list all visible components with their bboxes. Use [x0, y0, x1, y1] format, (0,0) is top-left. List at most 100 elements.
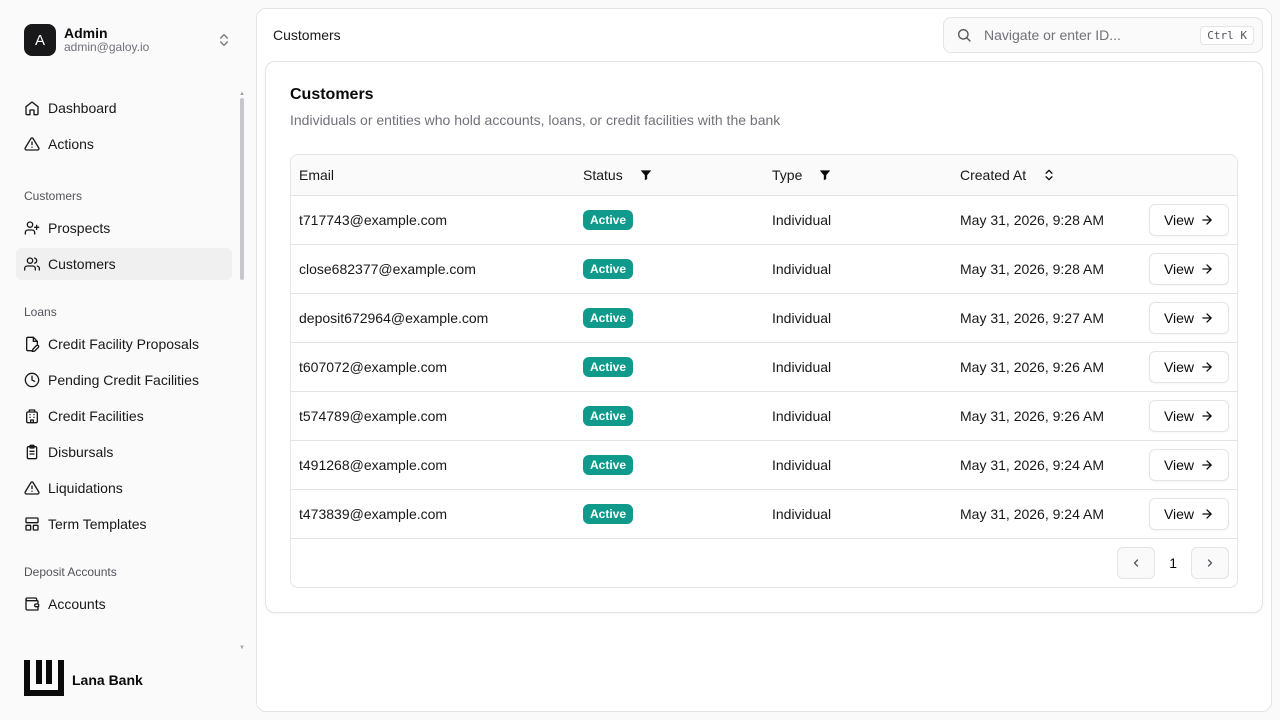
view-button-label: View: [1163, 310, 1195, 326]
search-placeholder: Navigate or enter ID...: [984, 27, 1121, 43]
column-email: Email: [299, 155, 334, 195]
arrow-right-icon: [1202, 362, 1212, 372]
cell-status: Active: [583, 392, 634, 440]
view-button[interactable]: View: [1149, 400, 1229, 432]
view-button[interactable]: View: [1149, 302, 1229, 334]
sidebar-item-label: Actions: [48, 136, 94, 152]
pagination: 1: [1117, 547, 1229, 579]
chevrons-up-down-icon: [220, 34, 228, 46]
column-type-label: Type: [772, 167, 803, 183]
column-status: Status: [583, 155, 653, 195]
sidebar-item-label: Credit Facility Proposals: [48, 336, 199, 352]
cell-status: Active: [583, 441, 634, 489]
sidebar-item-accounts[interactable]: Accounts: [16, 588, 232, 620]
cell-email: deposit672964@example.com: [299, 310, 489, 326]
user-info: Admin admin@galoy.io: [64, 25, 149, 55]
sidebar-item-label: Prospects: [48, 220, 111, 236]
sidebar-item-label: Accounts: [48, 596, 106, 612]
cell-type: Individual: [772, 261, 832, 277]
chevron-left-icon: [1134, 559, 1139, 567]
view-button[interactable]: View: [1149, 498, 1229, 530]
scrollbar-thumb[interactable]: [240, 98, 244, 280]
sidebar-item-label: Pending Credit Facilities: [48, 372, 199, 388]
view-button-label: View: [1163, 506, 1195, 522]
filter-icon[interactable]: [639, 168, 653, 182]
keyboard-shortcut: Ctrl K: [1200, 25, 1254, 45]
sidebar-item-liquidations[interactable]: Liquidations: [16, 472, 232, 504]
cell-created-at: May 31, 2026, 9:28 AM: [960, 212, 1104, 228]
sidebar-item-credit-facilities[interactable]: Credit Facilities: [16, 400, 232, 432]
filter-icon[interactable]: [818, 168, 832, 182]
view-button-label: View: [1163, 212, 1195, 228]
main-panel: Customers Navigate or enter ID... Ctrl K…: [256, 8, 1272, 712]
table-row: deposit672964@example.com Active Individua…: [291, 294, 1237, 343]
cell-created-at: May 31, 2026, 9:24 AM: [960, 457, 1104, 473]
sidebar-scrollbar[interactable]: ▲ ▼: [238, 90, 246, 651]
sidebar-item-label: Customers: [48, 256, 116, 272]
avatar: A: [24, 24, 56, 56]
sort-icon[interactable]: [1042, 168, 1056, 182]
sidebar-item-label: Liquidations: [48, 480, 123, 496]
page-title: Customers: [290, 86, 374, 103]
cell-type: Individual: [772, 310, 832, 326]
cell-status: Active: [583, 196, 634, 244]
sidebar-item-pending-credit-facilities[interactable]: Pending Credit Facilities: [16, 364, 232, 396]
cell-created-at: May 31, 2026, 9:26 AM: [960, 359, 1104, 375]
cell-status: Active: [583, 245, 634, 293]
user-switcher[interactable]: A Admin admin@galoy.io: [16, 16, 240, 64]
table-row: t574789@example.com Active Individual May 3…: [291, 392, 1237, 441]
sidebar-item-actions[interactable]: Actions: [16, 128, 232, 160]
cell-email: t607072@example.com: [299, 359, 448, 375]
cell-created-at: May 31, 2026, 9:27 AM: [960, 310, 1104, 326]
table-row: close682377@example.com Active Individual M…: [291, 245, 1237, 294]
table-row: t607072@example.com Active Individual May 3…: [291, 343, 1237, 392]
sidebar-item-customers[interactable]: Customers: [16, 248, 232, 280]
brand-name: Lana Bank: [72, 672, 143, 688]
cell-email: t473839@example.com: [299, 506, 448, 522]
scroll-down-icon[interactable]: ▼: [238, 644, 246, 652]
clipboard-icon: [26, 444, 38, 460]
breadcrumb: Customers: [273, 27, 341, 43]
view-button[interactable]: View: [1149, 253, 1229, 285]
user-name: Admin: [64, 25, 108, 42]
sidebar-item-prospects[interactable]: Prospects: [16, 212, 232, 244]
cell-email: close682377@example.com: [299, 261, 476, 277]
status-badge: Active: [583, 455, 634, 475]
column-email-label: Email: [299, 167, 335, 183]
status-badge: Active: [583, 210, 634, 230]
sidebar-item-disbursals[interactable]: Disbursals: [16, 436, 232, 468]
alert-triangle-icon: [24, 481, 40, 495]
sidebar-item-dashboard[interactable]: Dashboard: [16, 92, 232, 124]
search-input[interactable]: Navigate or enter ID... Ctrl K: [943, 17, 1263, 53]
cell-status: Active: [583, 343, 634, 391]
arrow-right-icon: [1202, 264, 1212, 274]
status-badge: Active: [583, 504, 634, 524]
sidebar-item-label: Dashboard: [48, 100, 117, 116]
user-email: admin@galoy.io: [64, 40, 150, 55]
users-icon: [24, 257, 40, 271]
sidebar-item-term-templates[interactable]: Term Templates: [16, 508, 232, 540]
arrow-right-icon: [1202, 411, 1212, 421]
table-row: t473839@example.com Active Individual May 3…: [291, 490, 1237, 539]
previous-page-button[interactable]: [1117, 547, 1156, 579]
cell-created-at: May 31, 2026, 9:28 AM: [960, 261, 1104, 277]
view-button-label: View: [1163, 457, 1195, 473]
search-icon: [958, 29, 971, 42]
arrow-right-icon: [1202, 509, 1212, 519]
next-page-button[interactable]: [1191, 547, 1229, 579]
scroll-up-icon[interactable]: ▲: [238, 90, 246, 98]
customers-table: Email Status Type Created At t717743@exa…: [290, 154, 1238, 588]
cell-status: Active: [583, 294, 634, 342]
chevron-right-icon: [1207, 559, 1213, 567]
column-type: Type: [772, 155, 832, 195]
brand: Lana Bank: [24, 660, 143, 696]
view-button-label: View: [1163, 261, 1195, 277]
sidebar-item-label: Credit Facilities: [48, 408, 144, 424]
nav-group-loans: Loans: [24, 305, 57, 319]
view-button[interactable]: View: [1149, 351, 1229, 383]
customers-card: Customers Individuals or entities who ho…: [265, 61, 1263, 613]
status-badge: Active: [583, 406, 634, 426]
view-button[interactable]: View: [1149, 204, 1229, 236]
view-button[interactable]: View: [1149, 449, 1229, 481]
sidebar-item-credit-facility-proposals[interactable]: Credit Facility Proposals: [16, 328, 232, 360]
